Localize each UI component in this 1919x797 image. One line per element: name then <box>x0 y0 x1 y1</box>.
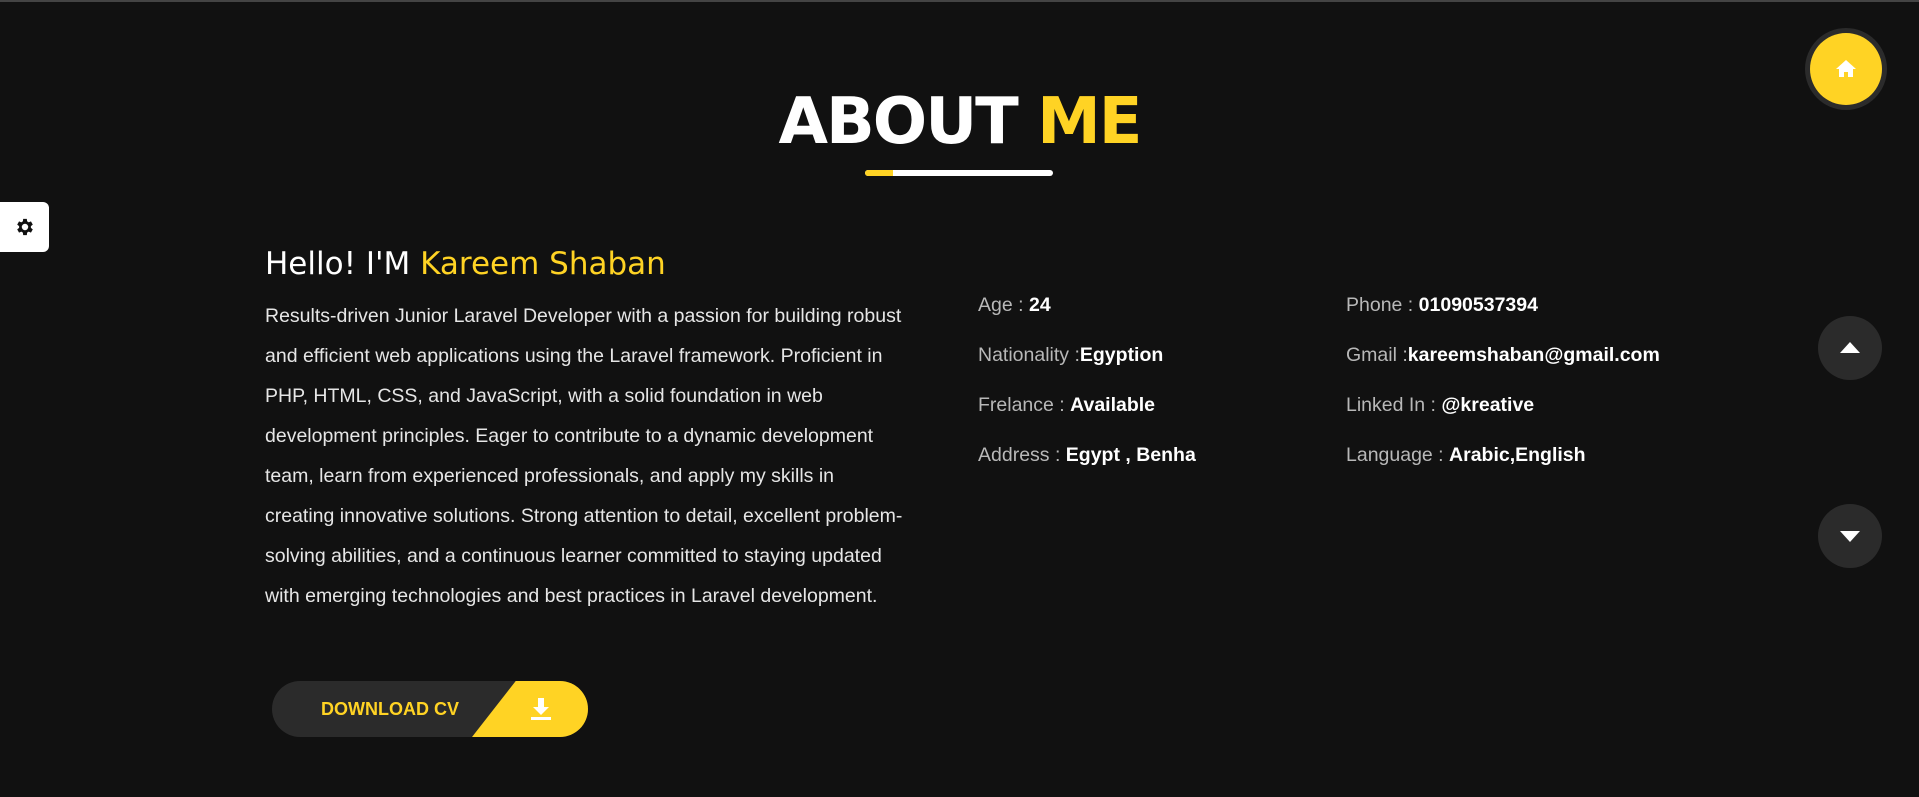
info-gmail: Gmail :kareemshaban@gmail.com <box>1346 344 1660 367</box>
info-nationality: Nationality :Egyption <box>978 344 1163 367</box>
info-language-value: Arabic,English <box>1449 444 1586 466</box>
info-language-label: Language : <box>1346 444 1444 466</box>
section-title-wrap: ABOUT ME <box>0 82 1919 162</box>
download-cv-button[interactable]: DOWNLOAD CV <box>272 681 588 737</box>
info-gmail-label: Gmail : <box>1346 344 1408 366</box>
info-age-label: Age : <box>978 294 1024 316</box>
caret-down-icon <box>1840 531 1860 542</box>
info-address-label: Address : <box>978 444 1061 466</box>
info-address: Address : Egypt , Benha <box>978 444 1196 467</box>
info-linkedin-value: @kreative <box>1441 394 1535 416</box>
section-title: ABOUT ME <box>0 82 1919 162</box>
settings-toggle-button[interactable] <box>0 202 49 252</box>
info-phone-label: Phone : <box>1346 294 1414 316</box>
gear-icon <box>16 218 33 236</box>
download-cv-label: DOWNLOAD CV <box>321 699 459 719</box>
info-linkedin: Linked In : @kreative <box>1346 394 1534 417</box>
title-underline <box>865 170 1053 176</box>
scroll-down-button[interactable] <box>1818 504 1882 568</box>
info-nationality-label: Nationality : <box>978 344 1080 366</box>
caret-up-icon <box>1840 342 1860 353</box>
intro-heading: Hello! I'M Kareem Shaban <box>265 246 666 282</box>
title-white-part: ABOUT <box>778 85 1018 159</box>
info-freelance: Frelance : Available <box>978 394 1155 417</box>
intro-name: Kareem Shaban <box>420 246 666 282</box>
info-nationality-value: Egyption <box>1079 344 1164 366</box>
info-gmail-value: kareemshaban@gmail.com <box>1407 344 1660 366</box>
scroll-up-button[interactable] <box>1818 316 1882 380</box>
top-border <box>0 0 1919 2</box>
home-icon <box>1836 60 1856 77</box>
info-phone-value: 01090537394 <box>1418 294 1538 316</box>
download-icon <box>531 698 551 720</box>
home-button[interactable] <box>1810 33 1882 105</box>
greeting-text: Hello! I'M <box>265 246 411 282</box>
info-address-value: Egypt , Benha <box>1065 444 1196 466</box>
info-phone: Phone : 01090537394 <box>1346 294 1538 317</box>
title-yellow-part: ME <box>1037 85 1142 159</box>
info-freelance-label: Frelance : <box>978 394 1065 416</box>
info-linkedin-label: Linked In : <box>1346 394 1436 416</box>
bio-paragraph: Results-driven Junior Laravel Developer … <box>265 305 903 607</box>
info-age-value: 24 <box>1028 294 1051 316</box>
info-language: Language : Arabic,English <box>1346 444 1586 467</box>
info-age: Age : 24 <box>978 294 1051 317</box>
title-underline-accent <box>865 170 893 176</box>
info-freelance-value: Available <box>1070 394 1156 416</box>
